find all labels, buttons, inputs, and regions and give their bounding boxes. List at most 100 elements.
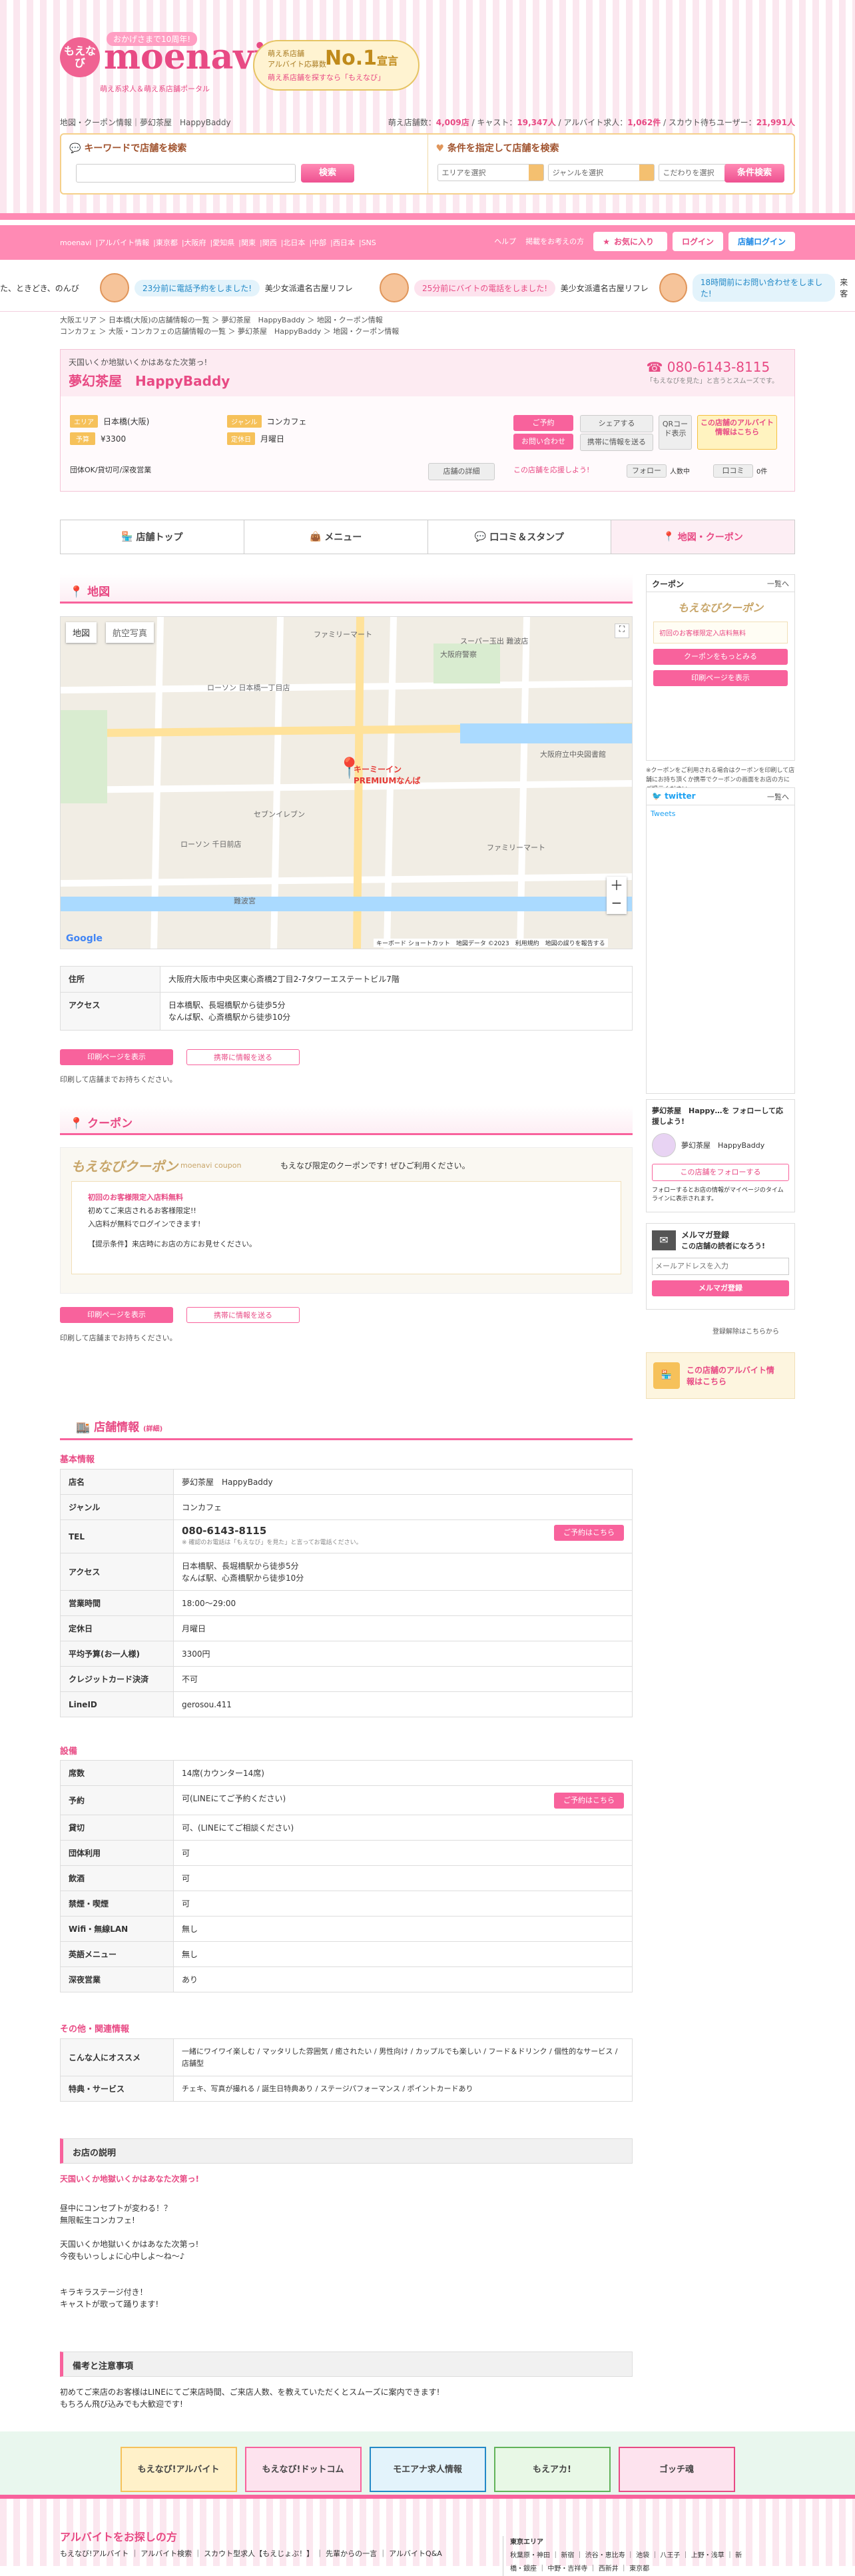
row-value: あり xyxy=(173,1966,633,1992)
share-button[interactable]: シェアする xyxy=(580,415,653,432)
footer-area: 東京エリア 秋葉原・神田 ｜ 新宿 ｜ 渋谷・恵比寿 ｜ 池袋 ｜ 八王子 ｜ … xyxy=(503,2536,742,2576)
banner-moenavi-job[interactable]: もえなび!アルバイト xyxy=(120,2447,237,2492)
area-select[interactable]: エリアを選択 xyxy=(437,164,544,181)
svg-text:難波宮: 難波宮 xyxy=(234,896,256,905)
breadcrumb-line-1[interactable]: 大阪エリア ＞ 日本橋(大阪)の店舗情報の一覧 ＞ 夢幻茶屋 HappyBadd… xyxy=(60,314,399,326)
reserve-button[interactable]: ご予約 xyxy=(513,415,573,431)
keyword-search-button[interactable]: 検索 xyxy=(301,164,354,183)
keyword-title: キーワードで店舗を検索 xyxy=(84,143,187,154)
store-info-title-sub: (詳細) xyxy=(143,1426,163,1433)
coupon-line-3: 【提示条件】来店時にお店の方にお見せください。 xyxy=(88,1240,256,1248)
logo[interactable]: もえなび moenavi xyxy=(60,37,266,77)
ticker-item-2[interactable]: 25分前にバイトの電話をしました! 美少女派遣名古屋リフレ xyxy=(380,273,649,302)
explanation-title: お店の説明 xyxy=(60,2138,633,2164)
svg-text:セブンイレブン: セブンイレブン xyxy=(254,809,305,819)
no1-num: No.1 xyxy=(324,47,377,70)
tweets-link[interactable]: Tweets xyxy=(647,805,794,822)
print-button[interactable]: 印刷ページを表示 xyxy=(60,1049,173,1065)
tab-menu-label: メニュー xyxy=(324,532,362,543)
nav-item-kitanihon[interactable]: 北日本 xyxy=(283,237,305,248)
ticker-item-1[interactable]: 23分前に電話予約をしました! 美少女派遣名古屋リフレ xyxy=(100,273,353,302)
sidebar-print-button[interactable]: 印刷ページを表示 xyxy=(653,670,788,686)
tab-top[interactable]: 🏪 店舗トップ xyxy=(61,520,244,554)
qr-button[interactable]: QRコード表示 xyxy=(659,415,692,450)
footer-links[interactable]: もえなび!アルバイト ｜ アルバイト検索 ｜ スカウト型求人【もえじょぶ！】 ｜… xyxy=(60,2548,442,2559)
tab-map-coupon[interactable]: 📍 地図・クーポン xyxy=(611,520,794,554)
mail-input[interactable] xyxy=(652,1258,789,1275)
row-value: 夢幻茶屋 HappyBaddy xyxy=(173,1469,633,1495)
breadcrumb-line-2[interactable]: コンカフェ ＞ 大阪・コンカフェの店舗情報の一覧 ＞ 夢幻茶屋 HappyBad… xyxy=(60,326,399,337)
contact-button[interactable]: お問い合わせ xyxy=(513,434,573,450)
genre-tag: ジャンル xyxy=(227,415,262,428)
nav-item-moenavi[interactable]: moenavi xyxy=(60,238,92,247)
keyword-input[interactable] xyxy=(76,164,296,183)
footer-area-links[interactable]: 秋葉原・神田 ｜ 新宿 ｜ 渋谷・恵比寿 ｜ 池袋 ｜ 八王子 ｜ 上野・浅草 … xyxy=(510,2549,742,2576)
tab-review[interactable]: 💬 口コミ＆スタンプ xyxy=(428,520,612,554)
condition-search-button[interactable]: 条件検索 xyxy=(724,164,784,183)
shop-detail-button[interactable]: 店舗の詳細 xyxy=(428,463,495,480)
nav-item-chubu[interactable]: 中部 xyxy=(312,237,326,248)
job-banner[interactable]: 🏪 この店舗のアルバイト情報はこちら xyxy=(646,1352,795,1399)
login-button[interactable]: ログイン xyxy=(672,232,723,251)
reserve-button-2[interactable]: ご予約はこちら xyxy=(554,1792,624,1809)
banner-moenavi-dotcom[interactable]: もえなび!ドットコム xyxy=(244,2447,362,2492)
footer-area-title: 東京エリア xyxy=(510,2539,543,2546)
access-value-2: なんば駅、心斎橋駅から徒歩10分 xyxy=(182,1573,304,1583)
banner-gocchi[interactable]: ゴッチ魂 xyxy=(618,2447,735,2492)
tab-review-label: 口コミ＆スタンプ xyxy=(489,532,564,543)
coupon-list-link[interactable]: 一覧へ xyxy=(767,578,789,588)
favorite-label: お気に入り xyxy=(613,237,654,246)
row-label: 席数 xyxy=(60,1760,174,1786)
shop-login-button[interactable]: 店舗ログイン xyxy=(728,232,795,251)
nav-item-sns[interactable]: SNS xyxy=(362,238,376,247)
ticker-text-0: た、ときどき、のんび xyxy=(0,283,79,293)
mailmag-button[interactable]: メルマガ登録 xyxy=(652,1280,789,1296)
budget-value: ¥3300 xyxy=(101,434,127,444)
nav-item-nishinihon[interactable]: 西日本 xyxy=(333,237,355,248)
send-mobile-button-2[interactable]: 携帯に情報を送る xyxy=(186,1049,300,1065)
follow-shop-button[interactable]: この店舗をフォローする xyxy=(652,1164,789,1181)
zoom-controls[interactable]: ＋ − xyxy=(607,877,627,914)
fullscreen-icon[interactable]: ⛶ xyxy=(615,624,629,638)
ticker-item-3[interactable]: 18時間前にお問い合わせをしました! 来客 xyxy=(659,273,855,302)
sidebar-coupon-item[interactable]: 初回のお客様限定入店料無料 xyxy=(653,622,788,644)
explanation-line: キラキラステージ付き！ xyxy=(60,2288,148,2297)
coupon-mobile-button[interactable]: 携帯に情報を送る xyxy=(186,1307,300,1323)
shop-tel[interactable]: ☎ 080-6143-8115 「もえなびを見た」と言うとスムーズです。 xyxy=(647,359,779,385)
listing-link[interactable]: 掲載をお考えの方 xyxy=(525,232,584,251)
banner-moeaka[interactable]: もえアカ! xyxy=(493,2447,611,2492)
nav-item-job[interactable]: アルバイト情報 xyxy=(98,237,149,248)
holiday-tag: 定休日 xyxy=(227,432,255,445)
favorite-button[interactable]: ★ お気に入り xyxy=(593,232,667,251)
nav-item-kansai[interactable]: 関西 xyxy=(262,237,277,248)
follow-box: 夢幻茶屋 Happy…を フォローして応援しよう! 夢幻茶屋 HappyBadd… xyxy=(646,1099,795,1212)
banner-moeana[interactable]: モエアナ求人情報 xyxy=(369,2447,486,2492)
nav-item-tokyo[interactable]: 東京都 xyxy=(156,237,178,248)
sidebar-coupon-title: クーポン xyxy=(652,580,685,589)
logo-badge: もえなび xyxy=(60,37,100,77)
address-table: 住所 大阪府大阪市中央区東心斎橋2丁目2-7タワーエステートビル7階 アクセス 日本… xyxy=(60,966,633,1031)
follow-button[interactable]: フォロー xyxy=(627,464,667,478)
help-link[interactable]: ヘルプ xyxy=(494,232,516,251)
pin-icon: 📍 xyxy=(69,586,88,599)
nav-item-kanto[interactable]: 関東 xyxy=(241,237,256,248)
map-footer[interactable]: キーボード ショートカット 地図データ ©2023 利用規約 地図の誤りを報告す… xyxy=(374,939,608,947)
other-heading: その他・関連情報 xyxy=(60,2024,130,2034)
phone-icon: ☎ xyxy=(646,359,663,375)
nav-item-aichi[interactable]: 愛知県 xyxy=(212,237,234,248)
coupon-print-button[interactable]: 印刷ページを表示 xyxy=(60,1307,173,1323)
satellite-tab[interactable]: 航空写真 xyxy=(106,622,154,643)
twitter-list-link[interactable]: 一覧へ xyxy=(767,791,789,801)
unsubscribe-link[interactable]: 登録解除はこちらから xyxy=(712,1326,779,1336)
row-label: 禁煙・喫煙 xyxy=(60,1891,174,1917)
kuchikomi-button[interactable]: 口コミ xyxy=(713,464,753,478)
tab-menu[interactable]: 👜 メニュー xyxy=(244,520,428,554)
send-mobile-button[interactable]: 携帯に情報を送る xyxy=(580,434,653,451)
nav-item-osaka[interactable]: 大阪府 xyxy=(184,237,206,248)
map-tab[interactable]: 地図 xyxy=(66,622,97,643)
google-map[interactable]: ファミリーマート 大阪府警察 スーパー玉出 難波店 ローソン 日本橋一丁目店 セブンイ… xyxy=(60,616,633,949)
more-coupon-button[interactable]: クーポンをもっとみる xyxy=(653,649,788,665)
call-button[interactable]: ご予約はこちら xyxy=(554,1524,624,1541)
job-info-button[interactable]: この店舗のアルバイト情報はこちら xyxy=(697,415,777,450)
genre-select[interactable]: ジャンルを選択 xyxy=(547,164,655,181)
